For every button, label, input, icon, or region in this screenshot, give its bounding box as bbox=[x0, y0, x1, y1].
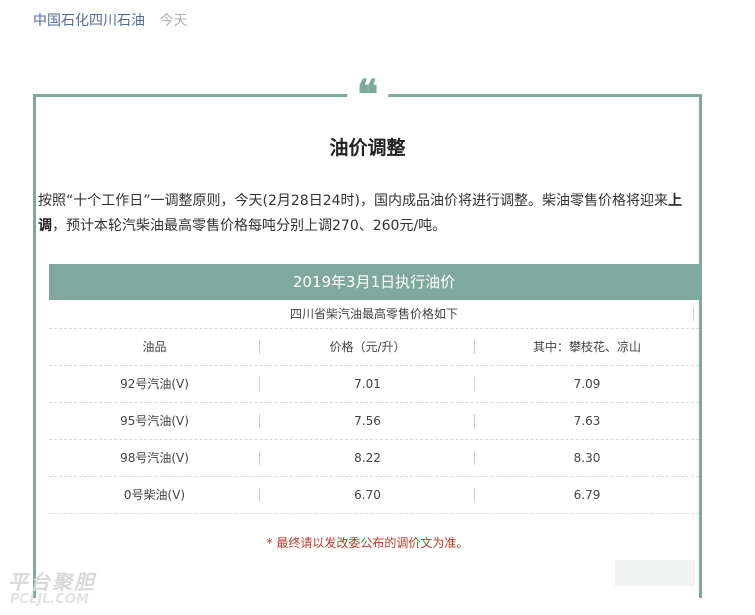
decorative-block bbox=[615, 560, 695, 586]
price-table: 2019年3月1日执行油价 四川省柴汽油最高零售价格如下 油品 价格（元/升） … bbox=[49, 264, 699, 514]
table-subtitle: 四川省柴汽油最高零售价格如下 bbox=[49, 300, 699, 329]
watermark-logo: 平台聚胆 bbox=[8, 570, 96, 594]
intro-text-before: 按照“十个工作日”一调整原则，今天(2月28日24时)，国内成品油价将进行调整。… bbox=[38, 193, 668, 209]
column-header: 价格（元/升） bbox=[260, 329, 475, 365]
disclaimer-note: * 最终请以发改委公布的调价文为准。 bbox=[266, 536, 469, 550]
table-row: 92号汽油(V) 7.01 7.09 bbox=[49, 366, 699, 403]
price-cell: 7.01 bbox=[260, 366, 475, 402]
watermark-url: PCLJL.COM bbox=[10, 592, 89, 607]
column-header: 其中：攀枝花、凉山 bbox=[532, 340, 641, 354]
price-cell: 8.22 bbox=[260, 440, 475, 476]
fuel-cell: 98号汽油(V) bbox=[49, 440, 260, 476]
column-header: 油品 bbox=[49, 329, 260, 365]
regional-price-cell: 7.63 bbox=[573, 414, 601, 428]
table-row: 98号汽油(V) 8.22 8.30 bbox=[49, 440, 699, 477]
author-link[interactable]: 中国石化四川石油 bbox=[33, 13, 145, 29]
intro-text-after: ，预计本轮汽柴油最高零售价格每吨分别上调270、260元/吨。 bbox=[52, 218, 447, 234]
fuel-cell: 92号汽油(V) bbox=[49, 366, 260, 402]
fuel-cell: 0号柴油(V) bbox=[49, 477, 260, 513]
intro-paragraph: 按照“十个工作日”一调整原则，今天(2月28日24时)，国内成品油价将进行调整。… bbox=[38, 189, 699, 239]
table-subtitle-text: 四川省柴汽油最高零售价格如下 bbox=[289, 307, 458, 321]
publish-date: 今天 bbox=[159, 13, 188, 29]
price-card: ❝ 油价调整 按照“十个工作日”一调整原则，今天(2月28日24时)，国内成品油… bbox=[33, 75, 702, 598]
divider bbox=[693, 307, 694, 321]
table-row: 95号汽油(V) 7.56 7.63 bbox=[49, 403, 699, 440]
table-title: 2019年3月1日执行油价 bbox=[49, 264, 699, 300]
price-cell: 6.70 bbox=[260, 477, 475, 513]
table-row: 0号柴油(V) 6.70 6.79 bbox=[49, 477, 699, 514]
regional-price-cell: 8.30 bbox=[573, 451, 601, 465]
card-title: 油价调整 bbox=[329, 137, 406, 159]
regional-price-cell: 7.09 bbox=[573, 377, 601, 391]
article-header: 中国石化四川石油 今天 bbox=[33, 10, 187, 30]
fuel-cell: 95号汽油(V) bbox=[49, 403, 260, 439]
table-header-row: 油品 价格（元/升） 其中：攀枝花、凉山 bbox=[49, 329, 699, 366]
quote-icon: ❝ bbox=[346, 75, 389, 115]
price-cell: 7.56 bbox=[260, 403, 475, 439]
regional-price-cell: 6.79 bbox=[573, 488, 601, 502]
